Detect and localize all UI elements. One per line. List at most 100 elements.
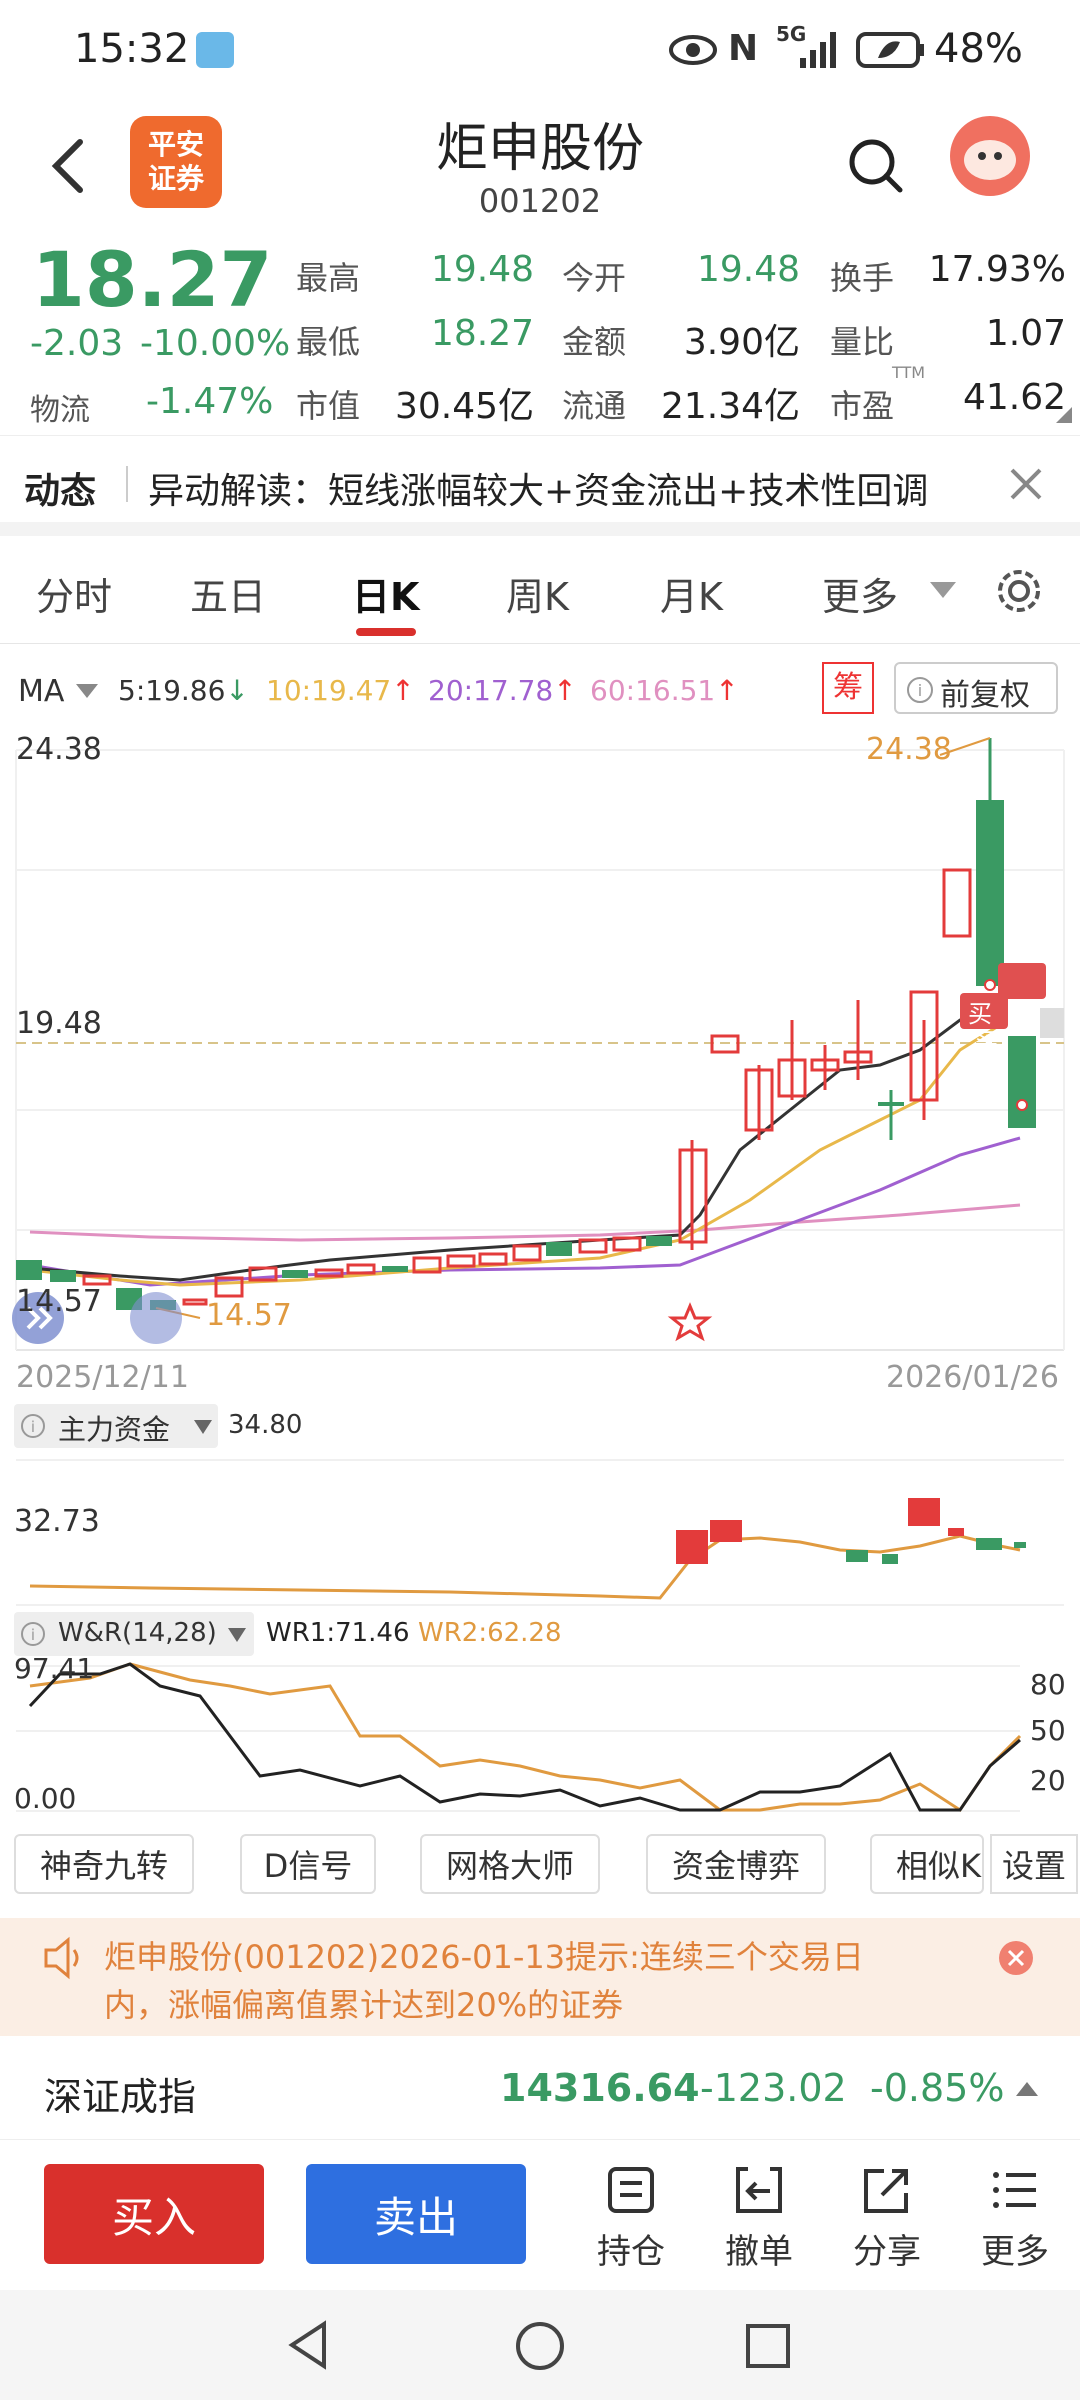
amount-label: 金额 (562, 323, 627, 361)
index-ticker[interactable]: 深证成指 14316.64 -123.02 -0.85% (0, 2036, 1080, 2140)
nav-more[interactable]: 更多 (970, 2165, 1060, 2273)
nav-cancel-order[interactable]: 撤单 (714, 2165, 804, 2273)
tab-5day[interactable]: 五日 (190, 566, 266, 621)
close-icon[interactable] (998, 1940, 1034, 1976)
svg-text:i: i (918, 681, 922, 700)
tool-button-nine-turn[interactable]: 神奇九转 (14, 1834, 194, 1894)
wr-ref50: 50 (1030, 1714, 1066, 1747)
chevron-up-icon[interactable] (1016, 2082, 1038, 2096)
buy-button[interactable]: 买入 (44, 2164, 264, 2264)
fund-value: 34.80 (228, 1410, 303, 1440)
cancel-order-label: 撤单 (725, 2232, 793, 2272)
ma60-arrow: ↑ (715, 674, 739, 707)
wr-ytop: 97.41 (14, 1652, 95, 1685)
candle (942, 868, 972, 938)
tab-more[interactable]: 更多 (822, 566, 898, 621)
candles (16, 738, 1036, 1310)
avatar[interactable] (948, 114, 1032, 198)
tool-button-fund-game[interactable]: 资金博弈 (646, 1834, 826, 1894)
fund-flow-chart[interactable] (0, 1450, 1080, 1610)
wr-indicator-selector[interactable]: i W&R(14,28) (14, 1612, 254, 1656)
nav-holdings[interactable]: 持仓 (586, 2165, 676, 2273)
battery-icon (856, 32, 924, 68)
star-marker (667, 1302, 713, 1342)
book-icon (196, 32, 234, 68)
index-value: 14316.64 (500, 2066, 700, 2110)
low-price-label: 14.57 (206, 1298, 292, 1333)
kline-chart[interactable] (0, 720, 1080, 1410)
candle (346, 1263, 376, 1275)
turnover-label: 换手 (830, 259, 895, 297)
pe-ttm-sup: TTM (892, 363, 926, 382)
price-change-pct: -10.00% (140, 323, 291, 364)
undo-icon (736, 2167, 782, 2213)
candle (382, 1266, 408, 1272)
recents-icon[interactable] (744, 2322, 792, 2370)
tool-button-grid-master[interactable]: 网格大师 (420, 1834, 600, 1894)
adjust-label: 前复权 (940, 678, 1030, 713)
alert-text-line2: 内，涨幅偏离值累计达到20%的证券 (104, 1986, 624, 2024)
wr-ybot: 0.00 (14, 1782, 77, 1815)
date-end: 2026/01/26 (886, 1360, 1059, 1395)
gear-icon[interactable] (994, 566, 1044, 616)
stock-header: 平安 证券 炬申股份 001202 (0, 100, 1080, 235)
search-icon[interactable] (846, 136, 906, 196)
wr-chart[interactable] (0, 1656, 1080, 1816)
info-icon: i (21, 1414, 45, 1438)
candle (16, 1260, 42, 1280)
ma10-value: 10:19.47↑ (266, 674, 415, 707)
home-icon[interactable] (514, 2320, 566, 2372)
candle (182, 1298, 208, 1306)
ma10-arrow: ↑ (391, 674, 415, 707)
ma-dropdown-icon[interactable] (76, 684, 98, 698)
info-icon: i (907, 677, 933, 703)
tab-weekly-k[interactable]: 周K (506, 566, 569, 621)
mcap-label: 市值 (296, 387, 361, 425)
tool-settings-button[interactable]: 设置 (990, 1834, 1078, 1894)
date-start: 2025/12/11 (16, 1360, 189, 1395)
nav-share[interactable]: 分享 (842, 2165, 932, 2273)
float-label: 流通 (562, 387, 627, 425)
sector-label: 物流 (30, 393, 90, 428)
expand-corner-icon[interactable] (1056, 407, 1072, 423)
wr-label: W&R(14,28) (58, 1618, 217, 1648)
back-nav-icon[interactable] (284, 2320, 334, 2370)
tab-intraday[interactable]: 分时 (36, 566, 112, 621)
news-text[interactable]: 异动解读：短线涨幅较大+资金流出+技术性回调 (148, 462, 928, 514)
current-price: 18.27 (32, 235, 273, 324)
buy-signal-marker (998, 963, 1046, 999)
svg-text:i: i (31, 1418, 35, 1436)
news-ticker[interactable]: 动态 异动解读：短线涨幅较大+资金流出+技术性回调 (0, 435, 1080, 535)
mcap-value: 30.45亿 (394, 386, 534, 427)
menu-icon (993, 2172, 1036, 2208)
tab-daily-k[interactable]: 日K (352, 566, 419, 621)
ma60-text: 60:16.51 (590, 674, 716, 707)
ma10-text: 10:19.47 (266, 674, 392, 707)
signal-icon (800, 32, 836, 68)
kchart-ymid: 19.48 (16, 1006, 102, 1041)
tab-monthly-k[interactable]: 月K (660, 566, 723, 621)
chevron-down-icon (930, 582, 956, 598)
tool-button-similar-k[interactable]: 相似K (870, 1834, 984, 1894)
adjust-button[interactable]: i 前复权 (894, 662, 1058, 714)
nfc-icon: N (728, 28, 759, 69)
close-icon[interactable] (1008, 466, 1044, 502)
drawing-tool-button[interactable] (130, 1292, 182, 1344)
wr1-value: WR1:71.46 (266, 1618, 410, 1648)
candle (976, 800, 1004, 986)
clock: 15:32 (74, 26, 190, 72)
svg-text:i: i (31, 1626, 35, 1644)
ma-label[interactable]: MA (18, 674, 64, 709)
tool-button-d-signal[interactable]: D信号 (240, 1834, 376, 1894)
candle (82, 1274, 112, 1286)
sell-button[interactable]: 卖出 (306, 2164, 526, 2264)
chip-distribution-button[interactable]: 筹 (822, 662, 874, 714)
back-icon[interactable] (48, 136, 88, 196)
alert-banner[interactable]: 炬申股份(001202)2026-01-13提示:连续三个交易日 内，涨幅偏离值… (0, 1918, 1080, 2036)
fund-indicator-selector[interactable]: i 主力资金 (14, 1404, 218, 1448)
open-label: 今开 (562, 259, 627, 297)
pe-value: 41.62 (962, 377, 1066, 418)
ma60-value: 60:16.51↑ (590, 674, 739, 707)
low-label: 最低 (296, 323, 361, 361)
share-label: 分享 (853, 2232, 921, 2272)
